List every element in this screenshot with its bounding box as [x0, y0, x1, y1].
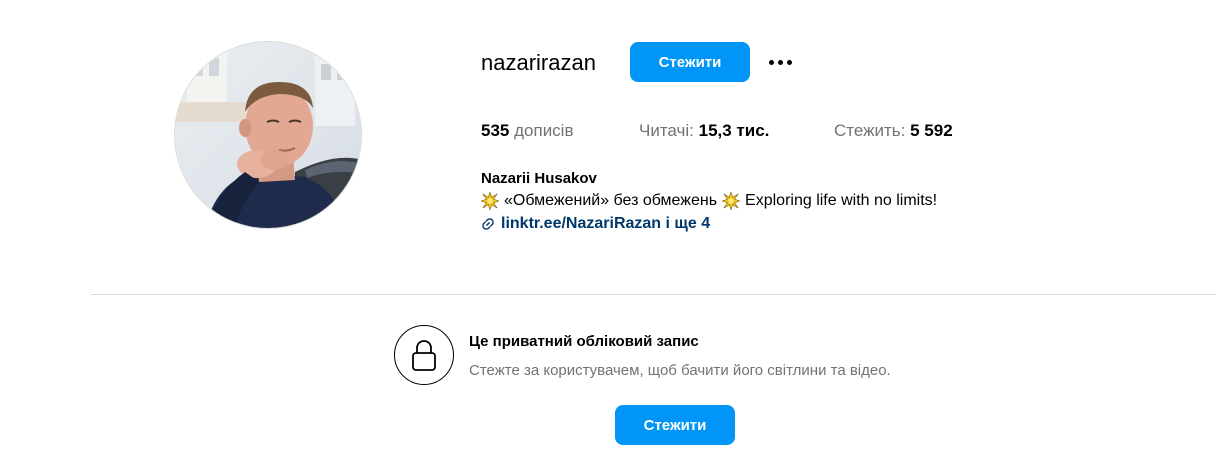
bio: «Обмежений» без обмежень Exploring life … — [481, 191, 942, 211]
private-lock-badge — [394, 325, 454, 385]
profile-page: nazarirazan Стежити 535 дописів Читачі: … — [0, 0, 1216, 467]
posts-stat: 535 дописів — [481, 120, 574, 142]
bio-text: «Обмежений» без обмежень — [504, 192, 718, 209]
posts-count: 535 — [481, 121, 510, 140]
bio-link[interactable]: linktr.ee/NazariRazan і ще 4 — [481, 214, 710, 234]
follow-button-private[interactable]: Стежити — [615, 405, 735, 445]
link-icon — [482, 218, 494, 230]
more-dots-icon — [786, 59, 792, 65]
more-dots-icon — [768, 59, 774, 65]
private-account-subtitle: Стежте за користувачем, щоб бачити його … — [469, 362, 891, 379]
sparkle-burst-icon — [481, 192, 499, 210]
private-account-title: Це приватний обліковий запис — [469, 333, 699, 350]
lock-icon — [412, 340, 436, 371]
followers-label: Читачі: — [639, 121, 694, 140]
follow-button[interactable]: Стежити — [630, 42, 750, 82]
username: nazarirazan — [481, 50, 596, 75]
following-count: 5 592 — [910, 121, 953, 140]
bio-text-en: Exploring life with no limits! — [745, 192, 938, 209]
more-dots-icon — [777, 59, 783, 65]
followers-stat[interactable]: Читачі: 15,3 тис. — [639, 120, 769, 142]
posts-label: дописів — [514, 121, 574, 140]
sparkle-burst-icon — [722, 192, 741, 210]
following-label: Стежить: — [834, 121, 906, 140]
avatar[interactable] — [174, 41, 362, 229]
following-stat[interactable]: Стежить: 5 592 — [834, 120, 953, 142]
full-name: Nazarii Husakov — [481, 170, 597, 187]
avatar-photo — [175, 42, 361, 228]
more-options-button[interactable] — [764, 52, 796, 72]
followers-count: 15,3 тис. — [698, 121, 770, 140]
divider — [91, 294, 1216, 295]
bio-link-text: linktr.ee/NazariRazan і ще 4 — [501, 215, 711, 232]
